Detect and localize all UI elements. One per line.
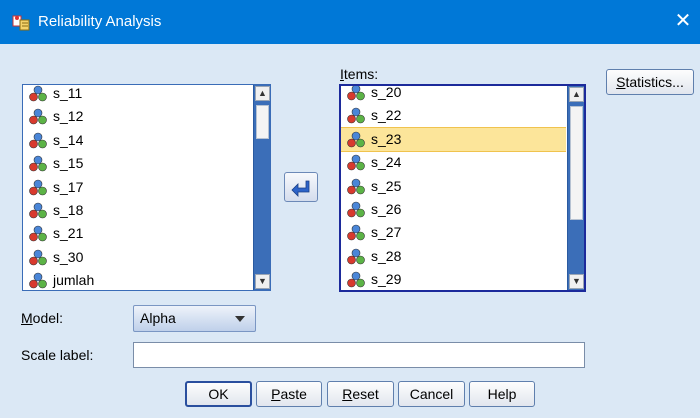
list-item[interactable]: s_27 [341,221,566,244]
list-item[interactable]: s_24 [341,151,566,174]
title-bar: Reliability Analysis ✕ [0,0,700,44]
scale-variable-icon [29,226,47,242]
scale-variable-icon [29,179,47,195]
scale-variable-icon [347,271,365,288]
available-variables-scrollbar[interactable]: ▲ ▼ [253,85,270,290]
scale-variable-icon [347,131,365,148]
variable-label: s_20 [371,84,402,100]
items-list-items: s_20 s_22 s_23 s_24 s_25 s_26 s_27 s_28 s_29 [341,84,566,290]
scale-variable-icon [29,202,47,219]
items-list[interactable]: s_20 s_22 s_23 s_24 s_25 s_26 s_27 s_28 s_29 ▲ ▼ [339,84,586,292]
list-item[interactable]: s_15 [23,152,252,175]
statistics-button[interactable]: Statistics... [606,69,694,95]
list-item[interactable]: s_18 [23,199,252,222]
list-item[interactable]: s_11 [23,85,252,105]
variable-label: s_26 [371,200,402,217]
scale-variable-icon [347,154,365,171]
variable-label: s_24 [371,154,402,171]
list-item[interactable]: s_21 [23,222,252,245]
scroll-thumb[interactable] [256,105,269,139]
list-item[interactable]: s_25 [341,175,566,198]
list-item[interactable]: s_20 [341,84,566,104]
scale-variable-icon [29,272,47,289]
variable-label: s_27 [371,224,402,241]
variable-label: s_28 [371,247,402,264]
spss-dialog-icon [12,15,30,31]
move-to-items-button[interactable] [284,172,318,202]
scroll-up-button[interactable]: ▲ [255,86,270,101]
move-arrow-icon [291,180,310,197]
variable-label: jumlah [53,272,95,289]
variable-label: s_22 [371,107,402,124]
scroll-down-button[interactable]: ▼ [569,274,584,289]
variable-label: s_18 [53,201,84,218]
scale-variable-icon [29,155,47,172]
variable-label: s_30 [53,248,84,265]
close-icon: ✕ [674,10,692,32]
scale-variable-icon [347,178,365,194]
items-scrollbar[interactable]: ▲ ▼ [567,86,584,290]
model-label: Model: [21,310,64,326]
scale-variable-icon [29,132,47,149]
scroll-thumb[interactable] [570,106,583,220]
scale-variable-icon [29,249,47,266]
ok-button[interactable]: OK [185,381,252,407]
variable-label: s_17 [53,178,84,195]
scale-variable-icon [347,201,365,218]
chevron-down-icon [235,316,245,322]
list-item[interactable]: jumlah [23,269,252,290]
close-button[interactable]: ✕ [666,0,700,44]
variable-label: s_11 [53,85,83,101]
variable-label: s_14 [53,131,84,148]
scale-variable-icon [347,248,365,265]
scale-variable-icon [29,109,47,125]
scale-variable-icon [347,86,365,101]
items-label: Items: [340,66,379,82]
reset-button[interactable]: Reset [327,381,394,407]
scale-variable-icon [29,85,47,102]
variable-label: s_12 [53,108,84,125]
model-value: Alpha [140,310,176,326]
cancel-button[interactable]: Cancel [398,381,465,407]
list-item[interactable]: s_17 [23,176,252,199]
scale-variable-icon [347,108,365,124]
available-variables-list[interactable]: s_11 s_12 s_14 s_15 s_17 s_18 s_21 s_30jumlah ▲… [22,84,271,291]
variable-label: s_25 [371,177,402,194]
list-item[interactable]: s_23 [341,126,566,153]
scale-label-label: Scale label: [21,347,94,363]
variable-label: s_29 [371,271,402,288]
scroll-down-button[interactable]: ▼ [255,274,270,289]
help-button[interactable]: Help [469,381,535,407]
scale-label-input[interactable] [133,342,585,368]
window-title: Reliability Analysis [38,13,162,30]
scroll-up-button[interactable]: ▲ [569,87,584,102]
list-item[interactable]: s_22 [341,104,566,127]
available-variables-items: s_11 s_12 s_14 s_15 s_17 s_18 s_21 s_30jumlah [23,85,252,290]
list-item[interactable]: s_29 [341,268,566,290]
variable-label: s_15 [53,155,84,172]
variable-label: s_23 [371,130,402,147]
list-item[interactable]: s_30 [23,246,252,269]
scale-variable-icon [347,225,365,241]
reliability-analysis-dialog: Reliability Analysis ✕ s_11 s_12 s_14 s_15 s… [0,0,700,418]
model-select[interactable]: Alpha [133,305,256,332]
list-item[interactable]: s_28 [341,245,566,268]
paste-button[interactable]: Paste [256,381,322,407]
list-item[interactable]: s_14 [23,129,252,152]
list-item[interactable]: s_26 [341,198,566,221]
variable-label: s_21 [53,225,84,242]
list-item[interactable]: s_12 [23,105,252,128]
